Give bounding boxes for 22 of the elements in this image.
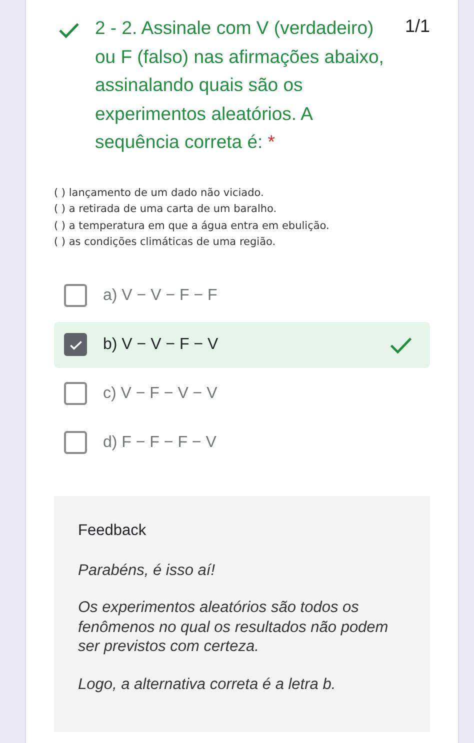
- feedback-text: Parabéns, é isso aí!: [78, 560, 216, 580]
- checkbox[interactable]: [64, 333, 87, 356]
- statement-text: ( ) a temperatura em que a água entra em ebulição.: [54, 218, 330, 234]
- question-title: 2 - 2. Assinale com V (verdadeiro) ou F (falso) nas afirmações abaixo, assinalando quais são os experimentos aleatórios. A sequência correta é: *: [95, 16, 385, 154]
- option-row[interactable]: d) F − F − F − V: [54, 420, 430, 466]
- checkbox[interactable]: [64, 382, 87, 405]
- option-label: a) V − V − F − F: [103, 286, 218, 304]
- statement-text: ( ) a retirada de uma carta de um baralho.: [54, 202, 278, 217]
- score-label: 1/1: [404, 16, 430, 37]
- feedback-text: Os experimentos aleatórios são todos os fenômenos no qual os resultados não podem ser previstos com certeza.: [78, 598, 390, 656]
- option-label: d) F − F − F − V: [103, 434, 218, 452]
- correct-option-row[interactable]: b) V − V − F − V: [54, 322, 430, 368]
- option-label: c) V − F − V − V: [103, 384, 218, 402]
- checkbox[interactable]: [64, 284, 87, 307]
- statement-text: ( ) as condições climáticas de uma região.: [54, 235, 277, 250]
- feedback-heading: Feedback: [78, 522, 148, 540]
- feedback-text: Logo, a alternativa correta é a letra b.: [78, 674, 337, 694]
- option-row[interactable]: c) V − F − V − V: [54, 370, 430, 416]
- checkbox[interactable]: [64, 431, 87, 454]
- option-row[interactable]: a) V − V − F − F: [54, 272, 430, 318]
- option-label: b) V − V − F − V: [103, 336, 220, 354]
- statement-text: ( ) lançamento de um dado não viciado.: [54, 186, 265, 200]
